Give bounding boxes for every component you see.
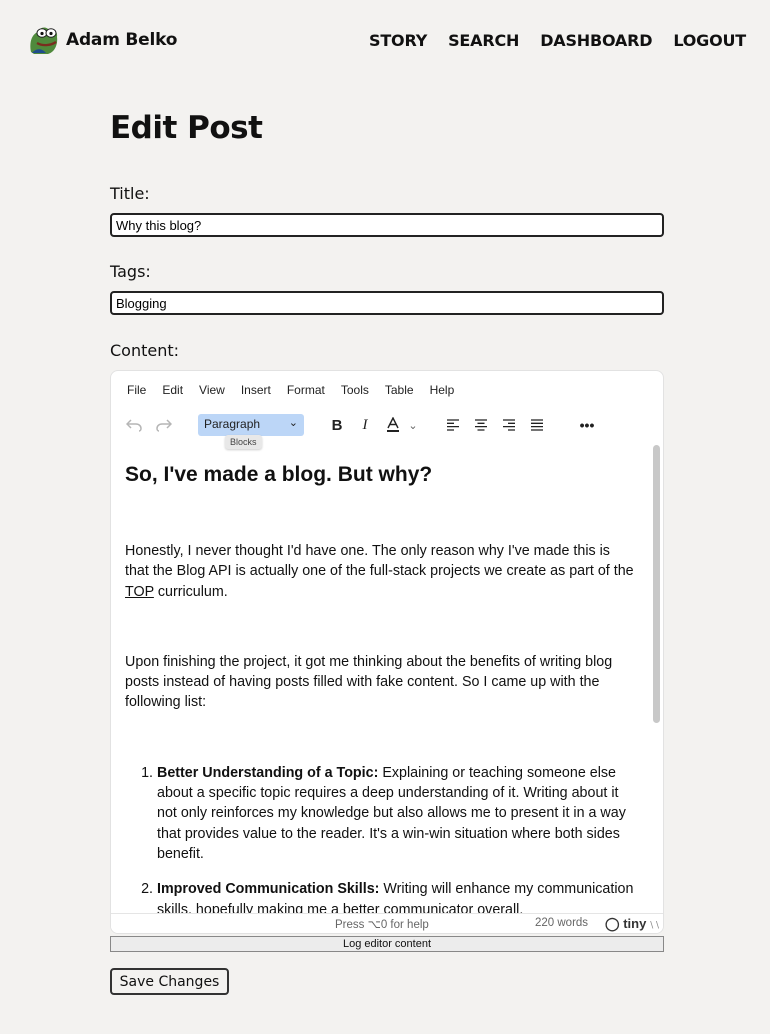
menu-table[interactable]: Table <box>377 383 422 397</box>
content-list: Better Understanding of a Topic: Explain… <box>125 763 637 915</box>
content-paragraph-1: Honestly, I never thought I'd have one. … <box>125 543 634 600</box>
menu-file[interactable]: File <box>119 383 154 397</box>
content-heading: So, I've made a blog. But why? <box>125 463 433 486</box>
page-title: Edit Post <box>110 110 263 146</box>
menu-edit[interactable]: Edit <box>154 383 191 397</box>
editor-statusbar: Press ⌥0 for help 220 words ◯ tiny ∖∖ <box>111 913 663 933</box>
list-item: Improved Communication Skills: Writing w… <box>157 879 637 915</box>
chevron-down-icon: ⌄ <box>288 417 298 429</box>
main-nav: STORY SEARCH DASHBOARD LOGOUT <box>369 31 746 50</box>
nav-story[interactable]: STORY <box>369 31 427 50</box>
title-input[interactable] <box>110 213 664 237</box>
list-item: Better Understanding of a Topic: Explain… <box>157 763 637 864</box>
nav-search[interactable]: SEARCH <box>448 31 519 50</box>
tiny-logo[interactable]: ◯ tiny <box>605 916 646 932</box>
menu-insert[interactable]: Insert <box>233 383 279 397</box>
save-changes-button[interactable]: Save Changes <box>110 968 229 995</box>
content-paragraph-2: Upon finishing the project, it got me th… <box>125 653 613 711</box>
menu-help[interactable]: Help <box>422 383 463 397</box>
word-count[interactable]: 220 words <box>535 917 588 929</box>
text-color-icon[interactable] <box>385 411 401 439</box>
resize-handle-icon[interactable]: ∖∖ <box>649 920 660 931</box>
nav-logout[interactable]: LOGOUT <box>673 31 746 50</box>
block-format-select[interactable]: Paragraph ⌄ <box>198 414 304 436</box>
text-color-chevron-icon[interactable]: ⌄ <box>407 411 419 439</box>
align-left-icon[interactable] <box>445 411 461 439</box>
rich-text-editor: File Edit View Insert Format Tools Table… <box>110 370 664 934</box>
brand[interactable]: Adam Belko <box>28 24 177 56</box>
align-center-icon[interactable] <box>473 411 489 439</box>
help-hint: Press ⌥0 for help <box>335 919 429 931</box>
editor-menubar: File Edit View Insert Format Tools Table… <box>119 383 462 397</box>
brand-name: Adam Belko <box>66 30 178 50</box>
log-editor-content-button[interactable]: Log editor content <box>110 936 664 952</box>
menu-view[interactable]: View <box>191 383 233 397</box>
redo-icon[interactable] <box>155 411 173 439</box>
editor-toolbar: Paragraph ⌄ B I ⌄ ••• <box>111 411 663 441</box>
block-format-value: Paragraph <box>204 417 261 431</box>
align-justify-icon[interactable] <box>529 411 545 439</box>
content-label: Content: <box>110 341 180 360</box>
tags-label: Tags: <box>110 262 151 281</box>
tiny-logo-icon: ◯ <box>605 916 620 931</box>
menu-tools[interactable]: Tools <box>333 383 377 397</box>
editor-scrollbar-thumb[interactable] <box>653 445 660 723</box>
nav-dashboard[interactable]: DASHBOARD <box>540 31 652 50</box>
editor-content-area[interactable]: So, I've made a blog. But why? Honestly,… <box>111 443 651 915</box>
italic-icon[interactable]: I <box>357 411 373 439</box>
frog-avatar-icon <box>30 27 58 54</box>
editor-scrollbar[interactable] <box>653 445 660 915</box>
align-right-icon[interactable] <box>501 411 517 439</box>
undo-icon[interactable] <box>125 411 143 439</box>
top-link[interactable]: TOP <box>125 584 154 600</box>
site-header: Adam Belko STORY SEARCH DASHBOARD LOGOUT <box>0 0 770 82</box>
tags-input[interactable] <box>110 291 664 315</box>
bold-icon[interactable]: B <box>329 411 345 439</box>
title-label: Title: <box>110 184 150 203</box>
menu-format[interactable]: Format <box>279 383 333 397</box>
more-options-icon[interactable]: ••• <box>577 411 597 439</box>
